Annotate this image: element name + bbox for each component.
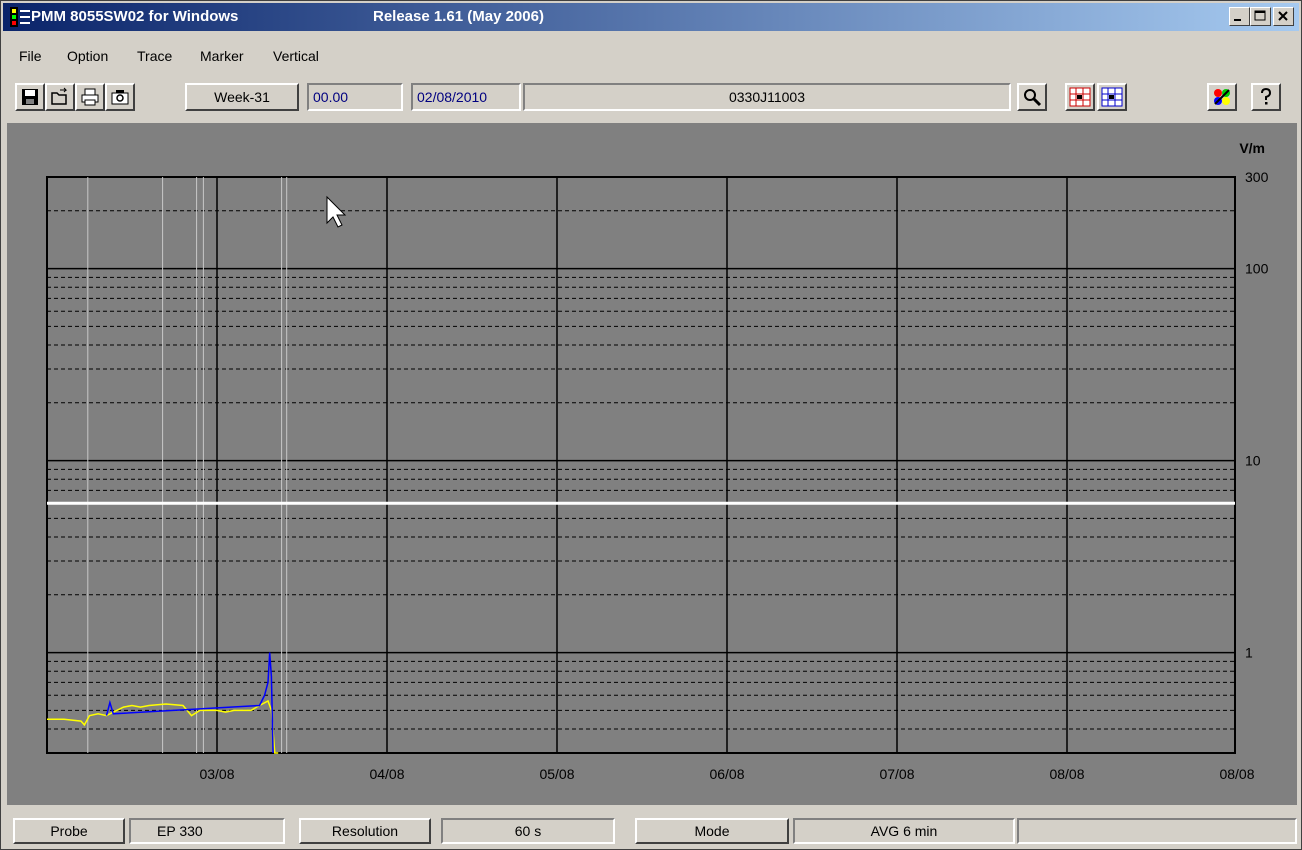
y-unit-label: V/m [1239, 140, 1265, 156]
open-button[interactable] [45, 83, 75, 111]
date-field[interactable]: 02/08/2010 [411, 83, 521, 111]
plot-area: 300 100 10 1 03/08 04/08 05/08 06/08 07/08 08/08 0… [7, 123, 1297, 805]
zoom-button[interactable] [1017, 83, 1047, 111]
zoom-icon [1024, 89, 1042, 107]
menu-bar: File Option Trace Marker Vertical [3, 45, 1299, 69]
mouse-pointer-icon [326, 195, 347, 228]
serial-field: 0330J11003 [523, 83, 1011, 111]
resolution-label: Resolution [299, 818, 431, 844]
help-button[interactable] [1251, 83, 1281, 111]
y-tick-label: 300 [1245, 169, 1269, 185]
y-tick-label: 10 [1245, 453, 1261, 469]
menu-option[interactable]: Option [67, 48, 108, 64]
x-tick-label: 08/08 [1049, 766, 1084, 782]
probe-value: EP 330 [129, 818, 285, 844]
close-icon [1278, 11, 1288, 21]
save-icon [22, 89, 38, 105]
app-icon [10, 7, 30, 27]
minimize-icon [1234, 19, 1241, 21]
title-bar[interactable]: PMM 8055SW02 for Windows Release 1.61 (M… [3, 3, 1299, 31]
camera-button[interactable] [105, 83, 135, 111]
y-tick-label: 1 [1245, 645, 1253, 661]
grid-blue-icon [1101, 87, 1123, 107]
close-button[interactable] [1273, 7, 1294, 26]
grid-blue-button[interactable] [1097, 83, 1127, 111]
mode-value: AVG 6 min [793, 818, 1015, 844]
mode-label: Mode [635, 818, 789, 844]
menu-file[interactable]: File [19, 48, 42, 64]
status-bar: Probe EP 330 Resolution 60 s Mode AVG 6 … [3, 813, 1299, 847]
x-tick-label: 05/08 [539, 766, 574, 782]
window-title: PMM 8055SW02 for Windows [31, 8, 239, 25]
color-palette-button[interactable] [1207, 83, 1237, 111]
menu-trace[interactable]: Trace [137, 48, 172, 64]
y-tick-label: 100 [1245, 261, 1269, 277]
probe-label: Probe [13, 818, 125, 844]
minimize-button[interactable] [1229, 7, 1250, 26]
blue-trace [105, 652, 274, 754]
release-info: Release 1.61 (May 2006) [373, 8, 544, 25]
status-empty [1017, 818, 1297, 844]
menu-marker[interactable]: Marker [200, 48, 244, 64]
print-icon [81, 88, 99, 106]
maximize-button[interactable] [1250, 7, 1271, 26]
help-icon [1261, 87, 1272, 105]
toolbar: Week-31 00.00 02/08/2010 0330J11003 [3, 79, 1299, 119]
color-palette-icon [1214, 89, 1230, 105]
x-tick-label: 06/08 [709, 766, 744, 782]
print-button[interactable] [75, 83, 105, 111]
open-icon [51, 87, 68, 105]
field-strength-chart[interactable]: 300 100 10 1 03/08 04/08 05/08 06/08 07/08 08/08 0… [7, 123, 1297, 805]
camera-icon [111, 90, 129, 105]
x-tick-label: 08/08 [1219, 766, 1254, 782]
x-tick-label: 07/08 [879, 766, 914, 782]
grid-red-button[interactable] [1065, 83, 1095, 111]
grid-red-icon [1069, 87, 1091, 107]
save-button[interactable] [15, 83, 45, 111]
menu-vertical[interactable]: Vertical [273, 48, 319, 64]
x-tick-label: 04/08 [369, 766, 404, 782]
week-button[interactable]: Week-31 [185, 83, 299, 111]
time-field[interactable]: 00.00 [307, 83, 403, 111]
app-window: PMM 8055SW02 for Windows Release 1.61 (M… [0, 0, 1302, 850]
x-tick-label: 03/08 [199, 766, 234, 782]
maximize-icon [1254, 10, 1266, 21]
plot-frame [46, 176, 1236, 754]
resolution-value: 60 s [441, 818, 615, 844]
